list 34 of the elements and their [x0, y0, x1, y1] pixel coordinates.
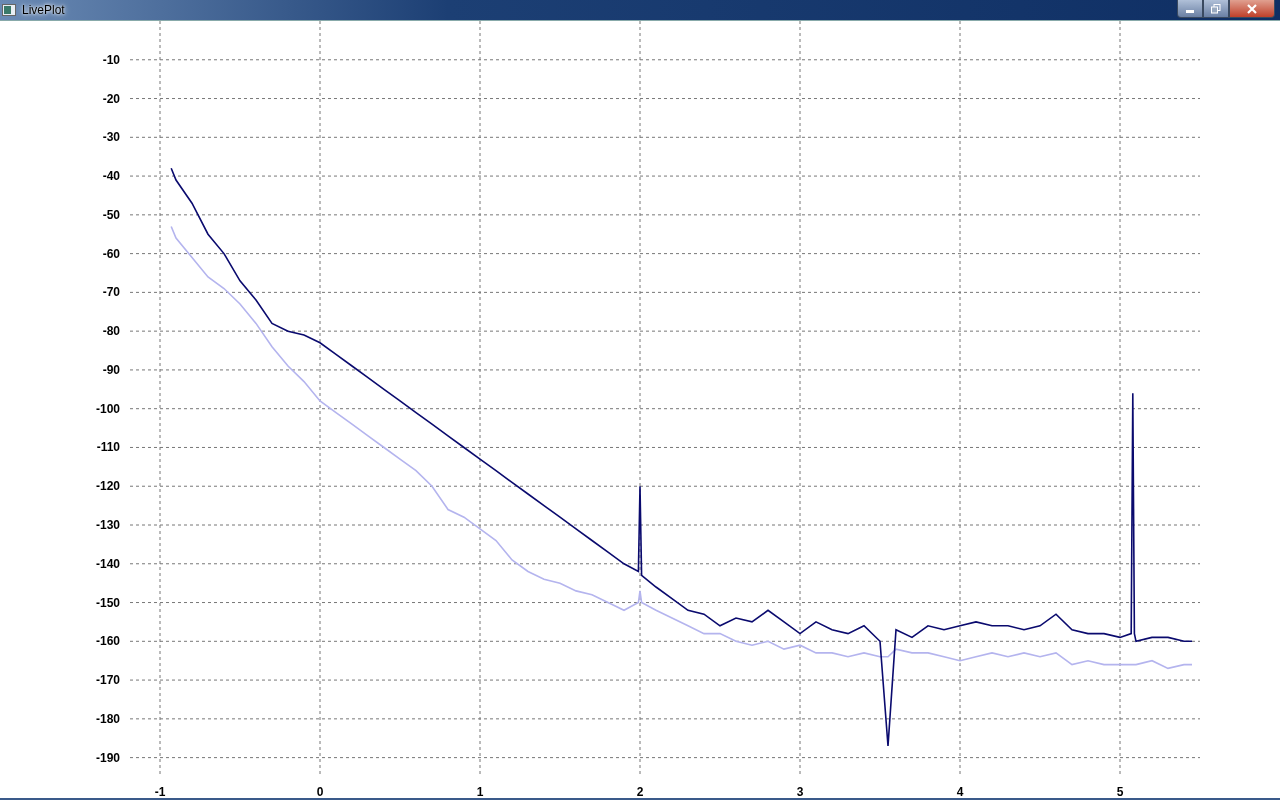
y-tick-label: -150	[95, 595, 120, 610]
y-tick-label: -130	[95, 518, 120, 532]
window-title: LivePlot	[22, 3, 65, 17]
close-button[interactable]	[1229, 0, 1275, 18]
close-icon	[1247, 3, 1257, 14]
minimize-icon	[1186, 10, 1194, 13]
minimize-button[interactable]	[1177, 0, 1203, 18]
restore-icon	[1211, 3, 1221, 14]
y-tick-label: -70	[102, 285, 120, 300]
maximize-button[interactable]	[1203, 0, 1229, 18]
x-tick-label: 5	[1116, 785, 1124, 798]
x-tick-label: 2	[636, 785, 644, 798]
y-tick-label: -60	[102, 246, 120, 261]
x-tick-label: 0	[316, 785, 324, 798]
x-tick-label: 1	[476, 785, 484, 798]
y-tick-label: -140	[95, 556, 120, 571]
y-tick-label: -90	[102, 362, 120, 377]
y-tick-label: -170	[95, 673, 120, 688]
x-tick-label: 4	[956, 785, 964, 798]
x-tick-label: -1	[154, 785, 166, 798]
y-tick-label: -80	[102, 324, 120, 339]
y-tick-label: -120	[95, 479, 120, 494]
y-tick-label: -180	[95, 711, 120, 726]
y-tick-label: -50	[102, 207, 120, 222]
y-tick-label: -10	[102, 52, 120, 67]
y-tick-label: -190	[95, 750, 120, 765]
y-tick-label: -40	[102, 169, 120, 184]
y-tick-label: -110	[96, 440, 120, 455]
y-tick-label: -160	[95, 634, 120, 649]
y-tick-label: -100	[95, 401, 120, 416]
y-tick-label: -30	[102, 130, 120, 145]
y-tick-label: -20	[102, 91, 120, 106]
app-icon	[2, 4, 16, 16]
x-tick-label: 3	[796, 785, 804, 798]
